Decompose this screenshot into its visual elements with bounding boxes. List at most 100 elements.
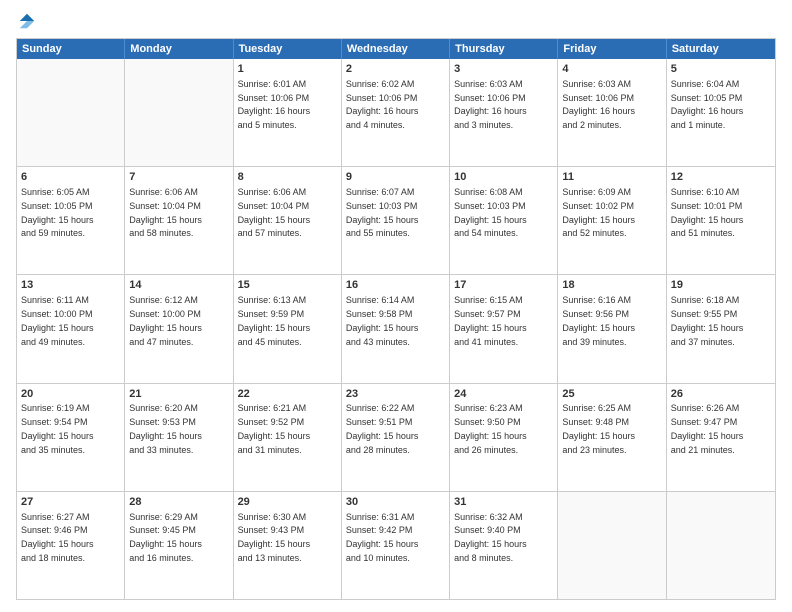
day-number: 1 (238, 62, 337, 77)
day-number: 20 (21, 387, 120, 402)
day-number: 7 (129, 170, 228, 185)
day-info: Sunrise: 6:19 AM Sunset: 9:54 PM Dayligh… (21, 403, 94, 454)
day-cell-8: 8Sunrise: 6:06 AM Sunset: 10:04 PM Dayli… (234, 167, 342, 274)
week-row-2: 6 Sunrise: 6:05 AM Sunset: 10:05 PM Dayli… (17, 167, 775, 275)
day-cell-1: 1 Sunrise: 6:01 AM Sunset: 10:06 PM Dayli… (234, 59, 342, 166)
day-info: Sunrise: 6:12 AM Sunset: 10:00 PM Daylig… (129, 295, 202, 346)
day-number: 3 (454, 62, 553, 77)
day-number: 27 (21, 495, 120, 510)
day-cell-24: 24Sunrise: 6:23 AM Sunset: 9:50 PM Dayli… (450, 384, 558, 491)
header (16, 12, 776, 30)
day-number: 22 (238, 387, 337, 402)
day-cell-19: 19Sunrise: 6:18 AM Sunset: 9:55 PM Dayli… (667, 275, 775, 382)
day-number: 24 (454, 387, 553, 402)
day-cell-25: 25Sunrise: 6:25 AM Sunset: 9:48 PM Dayli… (558, 384, 666, 491)
day-info: Sunrise: 6:13 AM Sunset: 9:59 PM Dayligh… (238, 295, 311, 346)
day-cell-6: 6 Sunrise: 6:05 AM Sunset: 10:05 PM Dayli… (17, 167, 125, 274)
day-cell-3: 3Sunrise: 6:03 AM Sunset: 10:06 PM Dayli… (450, 59, 558, 166)
day-cell-17: 17 Sunrise: 6:15 AM Sunset: 9:57 PM Dayli… (450, 275, 558, 382)
day-info: Sunrise: 6:30 AM Sunset: 9:43 PM Dayligh… (238, 512, 311, 563)
day-number: 15 (238, 278, 337, 293)
day-number: 21 (129, 387, 228, 402)
day-cell-11: 11 Sunrise: 6:09 AM Sunset: 10:02 PM Dayl… (558, 167, 666, 274)
day-number: 16 (346, 278, 445, 293)
day-number: 13 (21, 278, 120, 293)
week-row-1: 1 Sunrise: 6:01 AM Sunset: 10:06 PM Dayli… (17, 59, 775, 167)
day-number: 2 (346, 62, 445, 77)
day-info: Sunrise: 6:31 AM Sunset: 9:42 PM Dayligh… (346, 512, 419, 563)
day-info: Sunrise: 6:09 AM Sunset: 10:02 PM Daylig… (562, 187, 635, 238)
day-cell-30: 30 Sunrise: 6:31 AM Sunset: 9:42 PM Dayli… (342, 492, 450, 599)
day-cell-4: 4 Sunrise: 6:03 AM Sunset: 10:06 PM Dayli… (558, 59, 666, 166)
day-info: Sunrise: 6:26 AM Sunset: 9:47 PM Dayligh… (671, 403, 744, 454)
day-number: 14 (129, 278, 228, 293)
day-cell-28: 28 Sunrise: 6:29 AM Sunset: 9:45 PM Dayli… (125, 492, 233, 599)
day-info: Sunrise: 6:03 AM Sunset: 10:06 PM Daylig… (562, 79, 635, 130)
day-info: Sunrise: 6:10 AM Sunset: 10:01 PM Daylig… (671, 187, 744, 238)
empty-cell (667, 492, 775, 599)
day-header-monday: Monday (125, 39, 233, 59)
day-cell-16: 16Sunrise: 6:14 AM Sunset: 9:58 PM Dayli… (342, 275, 450, 382)
empty-cell (17, 59, 125, 166)
day-cell-29: 29 Sunrise: 6:30 AM Sunset: 9:43 PM Dayli… (234, 492, 342, 599)
day-info: Sunrise: 6:06 AM Sunset: 10:04 PM Daylig… (129, 187, 202, 238)
day-info: Sunrise: 6:06 AM Sunset: 10:04 PM Daylig… (238, 187, 311, 238)
empty-cell (558, 492, 666, 599)
day-info: Sunrise: 6:25 AM Sunset: 9:48 PM Dayligh… (562, 403, 635, 454)
day-info: Sunrise: 6:01 AM Sunset: 10:06 PM Daylig… (238, 79, 311, 130)
day-number: 12 (671, 170, 771, 185)
day-cell-7: 7 Sunrise: 6:06 AM Sunset: 10:04 PM Dayli… (125, 167, 233, 274)
day-info: Sunrise: 6:29 AM Sunset: 9:45 PM Dayligh… (129, 512, 202, 563)
day-number: 31 (454, 495, 553, 510)
week-row-3: 13 Sunrise: 6:11 AM Sunset: 10:00 PM Dayl… (17, 275, 775, 383)
day-cell-18: 18 Sunrise: 6:16 AM Sunset: 9:56 PM Dayli… (558, 275, 666, 382)
week-row-4: 20Sunrise: 6:19 AM Sunset: 9:54 PM Dayli… (17, 384, 775, 492)
day-number: 18 (562, 278, 661, 293)
day-number: 11 (562, 170, 661, 185)
day-number: 17 (454, 278, 553, 293)
day-cell-20: 20Sunrise: 6:19 AM Sunset: 9:54 PM Dayli… (17, 384, 125, 491)
day-number: 6 (21, 170, 120, 185)
day-number: 28 (129, 495, 228, 510)
day-info: Sunrise: 6:21 AM Sunset: 9:52 PM Dayligh… (238, 403, 311, 454)
day-cell-9: 9Sunrise: 6:07 AM Sunset: 10:03 PM Dayli… (342, 167, 450, 274)
week-row-5: 27Sunrise: 6:27 AM Sunset: 9:46 PM Dayli… (17, 492, 775, 599)
day-cell-27: 27Sunrise: 6:27 AM Sunset: 9:46 PM Dayli… (17, 492, 125, 599)
day-cell-22: 22Sunrise: 6:21 AM Sunset: 9:52 PM Dayli… (234, 384, 342, 491)
day-header-tuesday: Tuesday (234, 39, 342, 59)
day-header-thursday: Thursday (450, 39, 558, 59)
day-cell-10: 10 Sunrise: 6:08 AM Sunset: 10:03 PM Dayl… (450, 167, 558, 274)
day-number: 29 (238, 495, 337, 510)
calendar: SundayMondayTuesdayWednesdayThursdayFrid… (16, 38, 776, 600)
day-cell-26: 26Sunrise: 6:26 AM Sunset: 9:47 PM Dayli… (667, 384, 775, 491)
day-number: 5 (671, 62, 771, 77)
page: SundayMondayTuesdayWednesdayThursdayFrid… (0, 0, 792, 612)
day-info: Sunrise: 6:22 AM Sunset: 9:51 PM Dayligh… (346, 403, 419, 454)
day-number: 10 (454, 170, 553, 185)
day-cell-5: 5 Sunrise: 6:04 AM Sunset: 10:05 PM Dayli… (667, 59, 775, 166)
day-header-saturday: Saturday (667, 39, 775, 59)
calendar-header: SundayMondayTuesdayWednesdayThursdayFrid… (17, 39, 775, 59)
day-number: 30 (346, 495, 445, 510)
logo-icon (18, 12, 36, 30)
day-info: Sunrise: 6:11 AM Sunset: 10:00 PM Daylig… (21, 295, 94, 346)
day-cell-31: 31 Sunrise: 6:32 AM Sunset: 9:40 PM Dayli… (450, 492, 558, 599)
day-cell-21: 21Sunrise: 6:20 AM Sunset: 9:53 PM Dayli… (125, 384, 233, 491)
day-number: 4 (562, 62, 661, 77)
day-cell-23: 23Sunrise: 6:22 AM Sunset: 9:51 PM Dayli… (342, 384, 450, 491)
day-number: 26 (671, 387, 771, 402)
day-info: Sunrise: 6:05 AM Sunset: 10:05 PM Daylig… (21, 187, 94, 238)
day-cell-15: 15 Sunrise: 6:13 AM Sunset: 9:59 PM Dayli… (234, 275, 342, 382)
day-header-wednesday: Wednesday (342, 39, 450, 59)
day-info: Sunrise: 6:16 AM Sunset: 9:56 PM Dayligh… (562, 295, 635, 346)
day-cell-14: 14 Sunrise: 6:12 AM Sunset: 10:00 PM Dayl… (125, 275, 233, 382)
day-info: Sunrise: 6:04 AM Sunset: 10:05 PM Daylig… (671, 79, 744, 130)
day-info: Sunrise: 6:15 AM Sunset: 9:57 PM Dayligh… (454, 295, 527, 346)
calendar-body: 1 Sunrise: 6:01 AM Sunset: 10:06 PM Dayli… (17, 59, 775, 599)
day-info: Sunrise: 6:07 AM Sunset: 10:03 PM Daylig… (346, 187, 419, 238)
day-number: 25 (562, 387, 661, 402)
day-info: Sunrise: 6:08 AM Sunset: 10:03 PM Daylig… (454, 187, 527, 238)
day-info: Sunrise: 6:32 AM Sunset: 9:40 PM Dayligh… (454, 512, 527, 563)
day-cell-2: 2Sunrise: 6:02 AM Sunset: 10:06 PM Dayli… (342, 59, 450, 166)
day-cell-12: 12 Sunrise: 6:10 AM Sunset: 10:01 PM Dayl… (667, 167, 775, 274)
